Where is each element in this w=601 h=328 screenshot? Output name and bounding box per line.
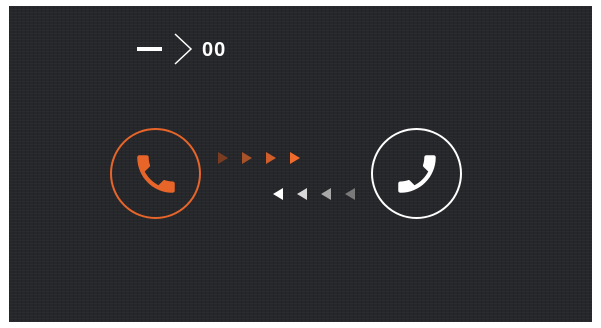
outgoing-arrows bbox=[218, 152, 314, 164]
arrow-left-icon bbox=[273, 188, 283, 200]
arrow-left-icon bbox=[345, 188, 355, 200]
arrow-left-icon bbox=[321, 188, 331, 200]
incoming-call-button[interactable] bbox=[371, 128, 462, 219]
call-screen: 00 bbox=[9, 6, 592, 322]
arrow-right-icon bbox=[242, 152, 252, 164]
dash-icon bbox=[137, 47, 162, 51]
phone-handset-icon bbox=[136, 154, 175, 193]
chevron-right-icon bbox=[174, 33, 193, 65]
arrow-left-icon bbox=[297, 188, 307, 200]
outgoing-call-button[interactable] bbox=[110, 128, 201, 219]
call-timer: 00 bbox=[202, 38, 227, 61]
arrow-right-icon bbox=[218, 152, 228, 164]
arrow-right-icon bbox=[266, 152, 276, 164]
arrow-right-icon bbox=[290, 152, 300, 164]
phone-handset-icon bbox=[397, 154, 436, 193]
call-status-bar: 00 bbox=[137, 32, 226, 66]
incoming-arrows bbox=[273, 188, 369, 200]
